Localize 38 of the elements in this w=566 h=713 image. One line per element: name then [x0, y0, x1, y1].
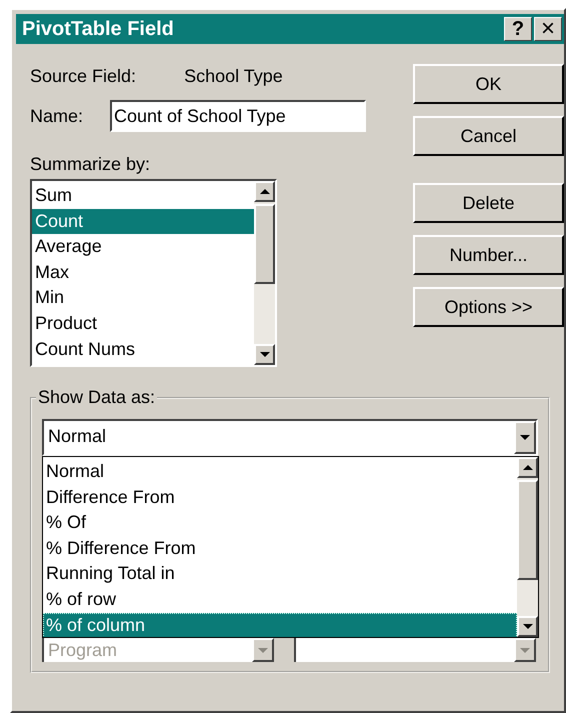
list-item[interactable]: Sum [32, 183, 254, 209]
dialog-button[interactable]: Number... [413, 235, 564, 275]
list-item[interactable]: Average [32, 234, 254, 260]
up-arrow-icon [260, 189, 270, 194]
name-field[interactable]: Count of School Type [110, 100, 366, 132]
list-item[interactable]: Min [32, 285, 254, 311]
dialog-button[interactable]: OK [413, 64, 564, 104]
summarize-listbox[interactable]: Sum Count Average Max Min Product Count Nums [30, 179, 277, 367]
dropdown-option[interactable]: Normal [43, 459, 517, 485]
scrollbar[interactable] [517, 457, 538, 637]
close-button[interactable]: × [534, 17, 562, 41]
summarize-label: Summarize by: [30, 154, 152, 175]
list-item[interactable]: Count [32, 208, 254, 234]
dropdown-option[interactable]: % of row [43, 586, 517, 613]
source-field-label: Source Field: [30, 66, 136, 86]
list-item[interactable]: Count Nums [32, 336, 254, 362]
dialog-button[interactable]: Delete [413, 183, 564, 223]
down-arrow-icon [260, 352, 270, 357]
dialog-button[interactable]: Cancel [413, 116, 564, 156]
scrollbar[interactable] [254, 181, 275, 365]
dropdown-option[interactable]: Difference From [43, 484, 517, 510]
dropdown-option[interactable]: Running Total in [43, 561, 517, 587]
down-arrow-icon [520, 648, 530, 652]
down-arrow-icon [522, 624, 532, 629]
dropdown-option[interactable]: % Difference From [43, 536, 517, 562]
up-arrow-icon [522, 465, 532, 470]
show-data-combo[interactable]: Normal [42, 419, 538, 456]
name-label: Name: [30, 106, 84, 126]
down-arrow-icon [520, 435, 530, 440]
dropdown-option[interactable]: % of column [43, 612, 517, 637]
list-item[interactable]: Product [32, 310, 254, 337]
source-field-value: School Type [184, 66, 283, 86]
dialog-button[interactable]: Options >> [413, 287, 564, 327]
list-item[interactable]: Max [32, 260, 254, 286]
down-arrow-icon [258, 648, 268, 652]
dropdown-option[interactable]: % Of [43, 510, 517, 536]
window-title: PivotTable Field [22, 18, 175, 40]
help-button[interactable]: ? [504, 17, 532, 41]
